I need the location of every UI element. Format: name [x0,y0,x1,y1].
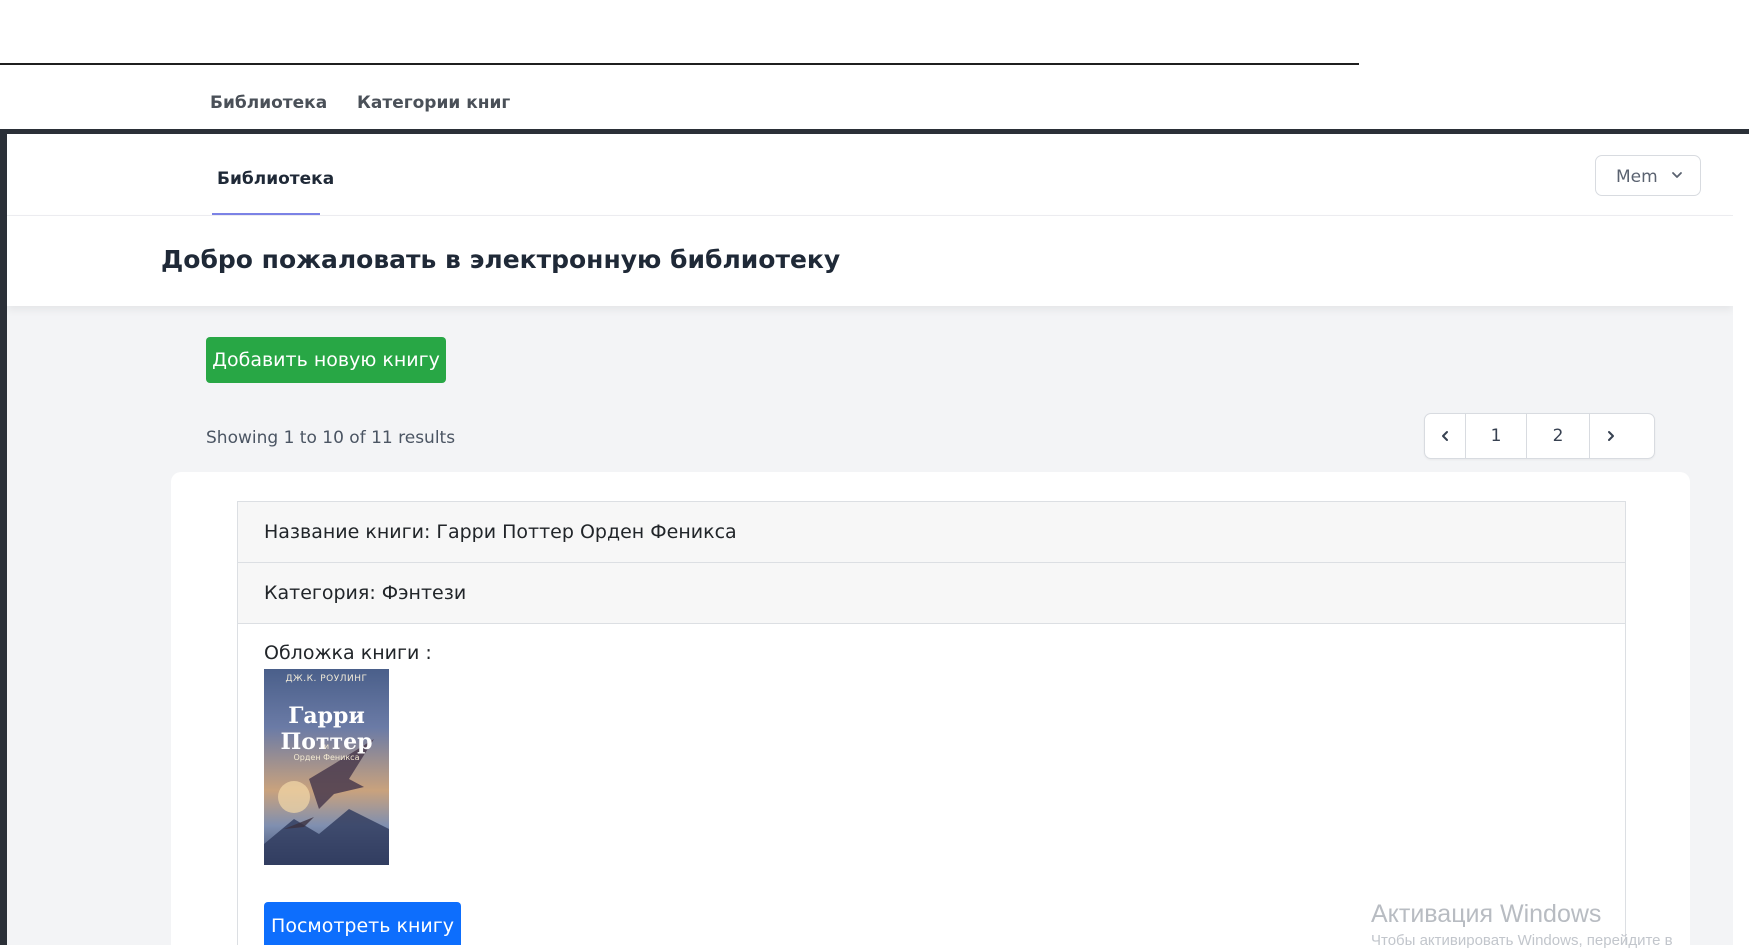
tab-library-label: Библиотека [217,169,335,189]
windows-activation-subtext: Чтобы активировать Windows, перейдите в [1371,932,1673,949]
outer-nav: Библиотека Категории книг [0,65,1749,130]
view-book-button[interactable]: Посмотреть книгу [264,902,461,945]
page-title: Добро пожаловать в электронную библиотек… [161,245,841,274]
cover-subtitle-line-2: Орден Феникса [293,753,360,762]
page-header: Добро пожаловать в электронную библиотек… [7,216,1733,306]
chevron-left-icon [1442,431,1448,441]
cover-artwork [264,739,389,865]
cover-subtitle-line-1: и [323,742,330,751]
cover-label: Обложка книги : [264,642,432,664]
book-category-row: Категория: Фэнтези [238,563,1625,624]
windows-activation-watermark: Активация Windows [1371,900,1602,928]
pagination-page-2[interactable]: 2 [1527,414,1590,458]
book-title: Название книги: Гарри Поттер Орден Феник… [264,521,737,543]
cover-subtitle: и Орден Феникса [264,741,389,763]
outer-nav-book-categories[interactable]: Категории книг [357,93,510,113]
book-title-row: Название книги: Гарри Поттер Орден Феник… [238,502,1625,563]
right-gutter [1733,134,1749,945]
book-item: Название книги: Гарри Поттер Орден Феник… [237,501,1626,945]
app-navbar: Библиотека Mem [7,134,1733,216]
frame-border-left [0,129,7,945]
pagination-next-button[interactable] [1590,414,1631,458]
tab-library[interactable]: Библиотека [212,134,334,215]
pagination-prev-button[interactable] [1425,414,1466,458]
results-summary: Showing 1 to 10 of 11 results [206,428,456,448]
chevron-right-icon [1607,431,1614,441]
add-book-button[interactable]: Добавить новую книгу [206,337,446,383]
pagination: 1 2 [1424,413,1655,459]
user-menu-button[interactable]: Mem [1595,155,1701,196]
cover-author: ДЖ.К. РОУЛИНГ [285,674,368,684]
user-name: Mem [1616,167,1658,187]
book-cover-image: ДЖ.К. РОУЛИНГ Гарри Поттер и Орден Феник… [264,669,389,865]
pagination-page-1[interactable]: 1 [1466,414,1527,458]
app-frame: Библиотека Mem Добро пожаловать в электр… [7,134,1733,945]
chevron-down-icon [1672,172,1682,178]
book-category: Категория: Фэнтези [264,582,467,604]
outer-nav-library[interactable]: Библиотека [210,93,327,113]
